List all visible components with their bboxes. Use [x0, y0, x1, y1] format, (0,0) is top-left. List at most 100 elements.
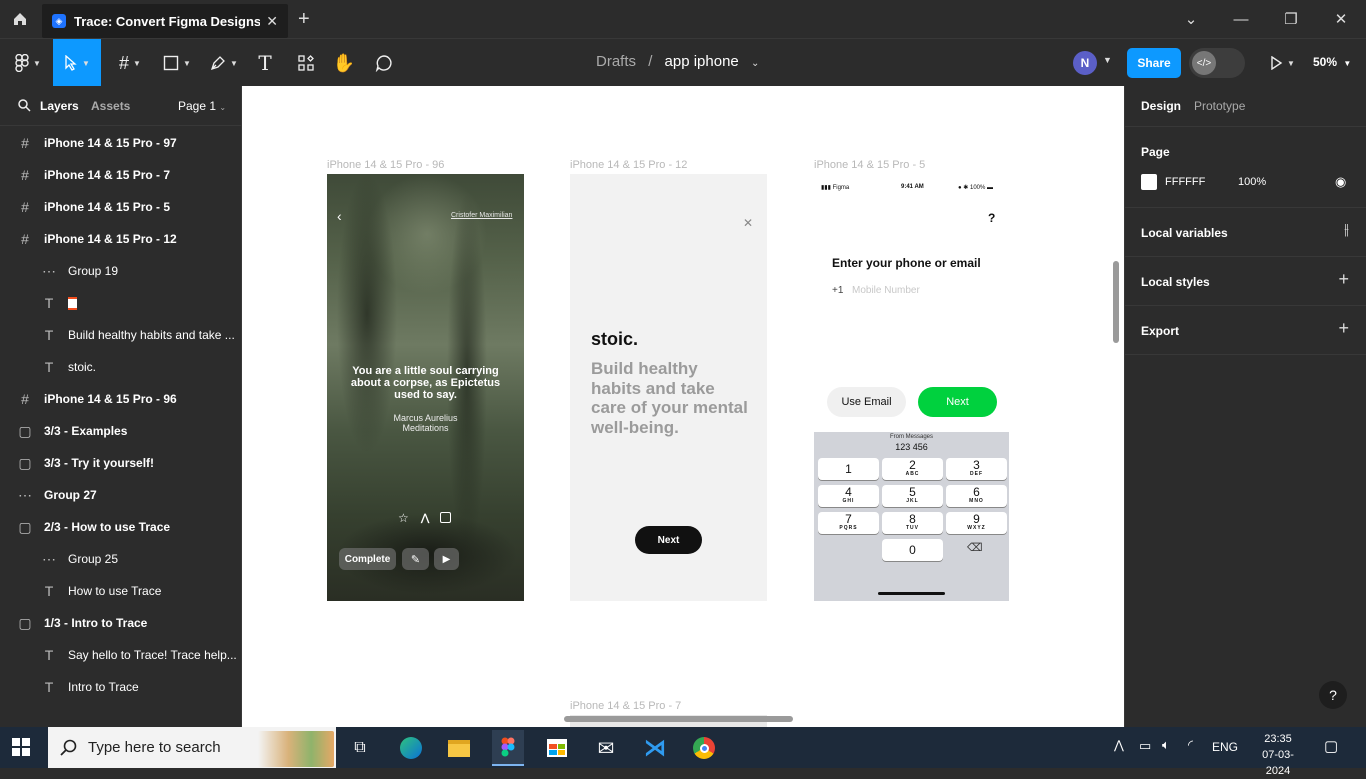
layer-item[interactable]: ⋯ Group 27: [0, 479, 241, 511]
bag-icon[interactable]: [440, 512, 451, 523]
pen-tool[interactable]: ▼: [204, 39, 244, 87]
frame-label[interactable]: iPhone 14 & 15 Pro - 7: [570, 700, 681, 712]
volume-icon[interactable]: 🔈︎: [1162, 737, 1170, 753]
restore-icon[interactable]: ❐: [1266, 0, 1316, 38]
zoom-level[interactable]: 50% ▼: [1313, 55, 1351, 69]
frame-label[interactable]: iPhone 14 & 15 Pro - 5: [814, 159, 925, 171]
hand-tool[interactable]: ✋: [331, 39, 357, 87]
main-menu-button[interactable]: ▼: [8, 39, 48, 87]
chevron-down-icon[interactable]: ▼: [1103, 55, 1112, 65]
shape-tool[interactable]: ▼: [157, 39, 197, 87]
frame-login-screen[interactable]: ▮▮▮ Figma 9:41 AM ● ✱ 100% ▬ ? Enter you…: [814, 174, 1009, 601]
tab-list-chevron-icon[interactable]: ⌄: [1166, 0, 1216, 38]
page-color-swatch[interactable]: [1141, 174, 1157, 190]
layer-item[interactable]: ▢ 3/3 - Try it yourself!: [0, 447, 241, 479]
eye-icon[interactable]: ◉: [1335, 174, 1346, 190]
layer-item[interactable]: T: [0, 287, 241, 319]
country-code[interactable]: +1: [832, 285, 843, 296]
layer-item[interactable]: ▢ 3/3 - Examples: [0, 415, 241, 447]
vscode-icon[interactable]: ⋊: [639, 732, 671, 764]
autofill-value[interactable]: 123 456: [814, 442, 1009, 452]
canvas[interactable]: iPhone 14 & 15 Pro - 96 ‹ Cristofer Maxi…: [242, 86, 1124, 727]
avatar[interactable]: N: [1073, 51, 1097, 75]
share-button[interactable]: Share: [1127, 48, 1181, 78]
back-icon[interactable]: ‹: [337, 208, 342, 224]
share-up-icon[interactable]: ⋀: [421, 513, 429, 524]
edge-icon[interactable]: [395, 732, 427, 764]
layer-item[interactable]: ▢ 1/3 - Intro to Trace: [0, 607, 241, 639]
add-style-icon[interactable]: +: [1338, 269, 1349, 290]
text-tool[interactable]: T: [252, 39, 278, 87]
close-window-icon[interactable]: ✕: [1316, 0, 1366, 38]
tab-prototype[interactable]: Prototype: [1194, 99, 1245, 113]
notifications-icon[interactable]: ▢: [1324, 737, 1338, 755]
present-button[interactable]: ▼: [1262, 39, 1302, 87]
next-button[interactable]: Next: [635, 526, 702, 554]
backspace-icon[interactable]: ⌫: [967, 541, 983, 554]
layer-item[interactable]: T Say hello to Trace! Trace help...: [0, 639, 241, 671]
vertical-scrollbar[interactable]: [1113, 261, 1119, 343]
clock[interactable]: 23:35 07-03-2024: [1250, 731, 1306, 779]
store-icon[interactable]: [541, 732, 573, 764]
keypad-key[interactable]: 9 WXYZ: [946, 512, 1007, 534]
new-tab-button[interactable]: +: [298, 8, 310, 31]
layer-item[interactable]: # iPhone 14 & 15 Pro - 5: [0, 191, 241, 223]
complete-button[interactable]: Complete: [339, 548, 396, 570]
layer-item[interactable]: ⋯ Group 19: [0, 255, 241, 287]
keypad-key[interactable]: 2 ABC: [882, 458, 943, 480]
taskbar-search[interactable]: Type here to search: [48, 727, 336, 768]
frame-tool[interactable]: # ▼: [110, 39, 150, 87]
layer-item[interactable]: # iPhone 14 & 15 Pro - 7: [0, 159, 241, 191]
help-icon[interactable]: ?: [988, 211, 995, 225]
keypad-key[interactable]: 7 PQRS: [818, 512, 879, 534]
layer-item[interactable]: T Intro to Trace: [0, 671, 241, 703]
comment-tool[interactable]: [371, 39, 397, 87]
layer-item[interactable]: T How to use Trace: [0, 575, 241, 607]
layer-item[interactable]: # iPhone 14 & 15 Pro - 96: [0, 383, 241, 415]
keypad-key[interactable]: 4 GHI: [818, 485, 879, 507]
add-export-icon[interactable]: +: [1338, 318, 1349, 339]
windows-start-icon[interactable]: [12, 738, 30, 761]
keypad-key[interactable]: 5 JKL: [882, 485, 943, 507]
tab-design[interactable]: Design: [1141, 99, 1181, 113]
frame-welcome-screen[interactable]: ✕ stoic. Build healthy habits and take c…: [570, 174, 767, 601]
mail-icon[interactable]: ✉: [590, 732, 622, 764]
frame-label[interactable]: iPhone 14 & 15 Pro - 96: [327, 159, 444, 171]
keypad-key[interactable]: 3 DEF: [946, 458, 1007, 480]
help-button[interactable]: ?: [1319, 681, 1347, 709]
page-selector[interactable]: Page 1 ⌄: [178, 99, 226, 113]
tab-layers[interactable]: Layers: [40, 99, 79, 113]
use-email-button[interactable]: Use Email: [827, 387, 906, 417]
layer-item[interactable]: Tstoic.: [0, 351, 241, 383]
close-tab-icon[interactable]: ✕: [266, 13, 278, 30]
chevron-up-icon[interactable]: ⋀: [1114, 738, 1124, 752]
home-icon[interactable]: [0, 0, 40, 38]
keypad-key[interactable]: 1: [818, 458, 879, 480]
file-explorer-icon[interactable]: [443, 732, 475, 764]
keypad-key[interactable]: 6 MNO: [946, 485, 1007, 507]
close-icon[interactable]: ✕: [743, 216, 753, 230]
move-tool[interactable]: ▼: [53, 39, 101, 87]
wifi-icon[interactable]: ◜: [1188, 737, 1193, 753]
dev-mode-toggle[interactable]: </>: [1189, 48, 1245, 78]
chevron-down-icon[interactable]: ⌄: [751, 58, 759, 69]
frame-label[interactable]: iPhone 14 & 15 Pro - 12: [570, 159, 687, 171]
battery-icon[interactable]: ▭: [1139, 738, 1151, 754]
search-icon[interactable]: [18, 99, 31, 112]
layer-item[interactable]: # iPhone 14 & 15 Pro - 12: [0, 223, 241, 255]
keypad-key[interactable]: 8 TUV: [882, 512, 943, 534]
file-name[interactable]: app iphone: [665, 53, 739, 70]
layer-item[interactable]: ⋯ Group 25: [0, 543, 241, 575]
star-icon[interactable]: ☆: [398, 511, 409, 525]
layer-item[interactable]: ▢ 2/3 - How to use Trace: [0, 511, 241, 543]
keypad-key[interactable]: 0: [882, 539, 943, 561]
variables-settings-icon[interactable]: ⫲: [1344, 221, 1349, 238]
phone-input[interactable]: Mobile Number: [852, 285, 920, 296]
breadcrumb-project[interactable]: Drafts: [596, 53, 636, 70]
local-variables-title[interactable]: Local variables: [1141, 226, 1228, 240]
play-icon[interactable]: ▶: [434, 548, 459, 570]
language-indicator[interactable]: ENG: [1212, 740, 1238, 754]
chrome-icon[interactable]: [688, 732, 720, 764]
resources-tool[interactable]: [293, 39, 319, 87]
tab-assets[interactable]: Assets: [91, 99, 130, 113]
